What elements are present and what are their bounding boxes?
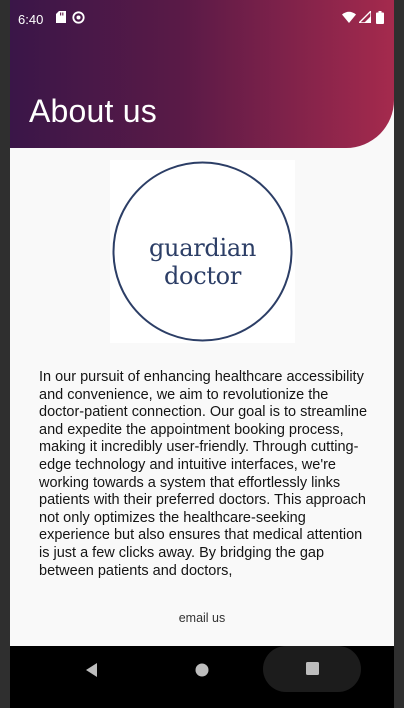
email-us-link[interactable]: email us	[10, 611, 394, 625]
logo-text: guardian doctor	[148, 234, 256, 290]
home-icon[interactable]	[195, 663, 209, 682]
device-frame-left	[0, 0, 10, 708]
battery-icon	[376, 11, 384, 27]
status-time: 6:40	[18, 12, 44, 27]
sync-icon	[72, 11, 85, 27]
recents-icon	[306, 662, 319, 680]
sd-card-icon	[56, 11, 66, 26]
header-banner: 6:40 About us	[10, 0, 394, 148]
recents-button[interactable]	[263, 646, 361, 692]
status-bar: 6:40	[10, 0, 394, 38]
back-icon[interactable]	[84, 662, 98, 683]
device-frame-right	[394, 0, 404, 708]
system-nav-bar	[10, 646, 394, 708]
about-description: In our pursuit of enhancing healthcare a…	[39, 369, 368, 579]
app-screen: 6:40 About us guardian doctor In our pur…	[10, 0, 394, 708]
wifi-icon	[342, 11, 356, 26]
page-title: About us	[29, 93, 157, 130]
signal-icon	[357, 9, 372, 26]
guardian-doctor-logo: guardian doctor	[110, 160, 295, 343]
